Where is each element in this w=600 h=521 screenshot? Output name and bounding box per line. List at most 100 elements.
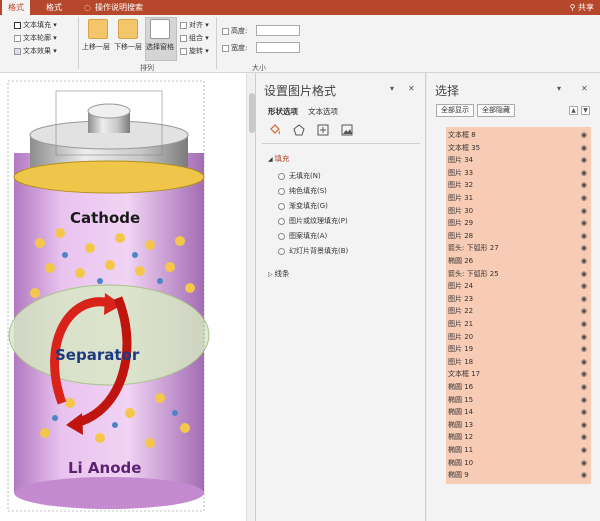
selection-list-item[interactable]: 图片 22 ◉	[448, 305, 589, 318]
pane-options-icon[interactable]: ▾	[390, 84, 394, 93]
eye-icon[interactable]: ◉	[581, 431, 587, 444]
eye-icon[interactable]: ◉	[581, 293, 587, 306]
anode-label[interactable]: Li Anode	[68, 459, 141, 477]
text-effect-button[interactable]: 文本效果 ▾	[14, 46, 57, 56]
fill-option-solid[interactable]: 纯色填充(S)	[278, 186, 327, 196]
eye-icon[interactable]: ◉	[581, 331, 587, 344]
eye-icon[interactable]: ◉	[581, 469, 587, 482]
pane-options-icon[interactable]: ▾	[557, 84, 561, 93]
fill-option-gradient[interactable]: 渐变填充(G)	[278, 201, 328, 211]
hide-all-button[interactable]: 全部隐藏	[477, 104, 515, 117]
move-down-button[interactable]: ▼	[581, 106, 590, 115]
ribbon: 文本填充 ▾ 文本轮廓 ▾ 文本效果 ▾ 上移一层 下移一层 选择窗格 对齐 ▾…	[0, 15, 600, 73]
text-outline-button[interactable]: 文本轮廓 ▾	[14, 33, 57, 43]
selection-list-item[interactable]: 椭圆 14 ◉	[448, 406, 589, 419]
cathode-label[interactable]: Cathode	[70, 209, 140, 227]
fill-option-pattern[interactable]: 图案填充(A)	[278, 231, 327, 241]
selection-list-item[interactable]: 图片 21 ◉	[448, 318, 589, 331]
selection-list-item[interactable]: 图片 32 ◉	[448, 179, 589, 192]
fill-option-none[interactable]: 无填充(N)	[278, 171, 321, 181]
fill-section-header[interactable]: ◢ 填充	[268, 153, 290, 164]
tab-format-active[interactable]: 格式	[2, 0, 30, 15]
eye-icon[interactable]: ◉	[581, 394, 587, 407]
selection-list-item[interactable]: 图片 34 ◉	[448, 154, 589, 167]
canvas-scrollbar[interactable]	[246, 73, 255, 521]
eye-icon[interactable]: ◉	[581, 406, 587, 419]
group-button[interactable]: 组合 ▾	[180, 33, 209, 43]
selection-list-item[interactable]: 箭头: 下弧形 25 ◉	[448, 268, 589, 281]
selection-list-item[interactable]: 椭圆 12 ◉	[448, 431, 589, 444]
selection-list-item[interactable]: 椭圆 13 ◉	[448, 419, 589, 432]
selection-list-item[interactable]: 椭圆 10 ◉	[448, 457, 589, 470]
selection-list-item[interactable]: 图片 28 ◉	[448, 230, 589, 243]
line-section-header[interactable]: ▷ 线条	[268, 268, 290, 279]
selection-list-item[interactable]: 图片 20 ◉	[448, 331, 589, 344]
eye-icon[interactable]: ◉	[581, 305, 587, 318]
tab-text-options[interactable]: 文本选项	[308, 106, 338, 117]
selection-list-item[interactable]: 文本框 17 ◉	[448, 368, 589, 381]
eye-icon[interactable]: ◉	[581, 192, 587, 205]
selection-list-item[interactable]: 图片 18 ◉	[448, 356, 589, 369]
eye-icon[interactable]: ◉	[581, 255, 587, 268]
selection-list-item[interactable]: 图片 30 ◉	[448, 205, 589, 218]
effects-icon[interactable]	[292, 123, 306, 137]
eye-icon[interactable]: ◉	[581, 142, 587, 155]
selection-pane-button[interactable]: 选择窗格	[146, 42, 174, 52]
eye-icon[interactable]: ◉	[581, 444, 587, 457]
tab-format[interactable]: 格式	[40, 0, 68, 15]
eye-icon[interactable]: ◉	[581, 205, 587, 218]
eye-icon[interactable]: ◉	[581, 217, 587, 230]
selection-list-item[interactable]: 椭圆 15 ◉	[448, 394, 589, 407]
eye-icon[interactable]: ◉	[581, 356, 587, 369]
selection-list-item[interactable]: 文本框 35 ◉	[448, 142, 589, 155]
tab-shape-options[interactable]: 形状选项	[268, 106, 298, 117]
selection-list-item[interactable]: 椭圆 26 ◉	[448, 255, 589, 268]
selection-list-item[interactable]: 图片 33 ◉	[448, 167, 589, 180]
selection-list-item[interactable]: 椭圆 11 ◉	[448, 444, 589, 457]
send-backward-button[interactable]: 下移一层	[114, 42, 142, 52]
selection-list-item[interactable]: 图片 19 ◉	[448, 343, 589, 356]
selection-list-item[interactable]: 图片 29 ◉	[448, 217, 589, 230]
slide-canvas[interactable]: Cathode Separator Li Anode	[0, 73, 256, 521]
move-up-button[interactable]: ▲	[569, 106, 578, 115]
eye-icon[interactable]: ◉	[581, 419, 587, 432]
eye-icon[interactable]: ◉	[581, 280, 587, 293]
selection-list-item[interactable]: 图片 23 ◉	[448, 293, 589, 306]
fill-line-icon[interactable]	[268, 123, 282, 137]
width-spinner[interactable]	[256, 42, 300, 53]
eye-icon[interactable]: ◉	[581, 457, 587, 470]
height-spinner[interactable]	[256, 25, 300, 36]
eye-icon[interactable]: ◉	[581, 242, 587, 255]
selection-list-item[interactable]: 椭圆 16 ◉	[448, 381, 589, 394]
selection-list-item[interactable]: 箭头: 下弧形 27 ◉	[448, 242, 589, 255]
eye-icon[interactable]: ◉	[581, 167, 587, 180]
eye-icon[interactable]: ◉	[581, 154, 587, 167]
selection-list-item[interactable]: 图片 31 ◉	[448, 192, 589, 205]
scroll-thumb[interactable]	[249, 93, 255, 133]
eye-icon[interactable]: ◉	[581, 381, 587, 394]
selection-list-item[interactable]: 椭圆 9 ◉	[448, 469, 589, 482]
close-icon[interactable]: ✕	[581, 84, 588, 93]
eye-icon[interactable]: ◉	[581, 268, 587, 281]
separator-label[interactable]: Separator	[55, 346, 140, 364]
eye-icon[interactable]: ◉	[581, 318, 587, 331]
close-icon[interactable]: ✕	[408, 84, 415, 93]
selection-list-item[interactable]: 图片 24 ◉	[448, 280, 589, 293]
bring-forward-button[interactable]: 上移一层	[82, 42, 110, 52]
picture-icon[interactable]	[340, 123, 354, 137]
tell-me-search[interactable]: ◌ 操作说明搜索	[84, 0, 143, 15]
fill-option-picture[interactable]: 图片或纹理填充(P)	[278, 216, 348, 226]
rotate-button[interactable]: 旋转 ▾	[180, 46, 209, 56]
eye-icon[interactable]: ◉	[581, 179, 587, 192]
share-button[interactable]: ⚲ 共享	[570, 0, 594, 15]
eye-icon[interactable]: ◉	[581, 343, 587, 356]
show-all-button[interactable]: 全部显示	[436, 104, 474, 117]
selection-list-item[interactable]: 文本框 8 ◉	[448, 129, 589, 142]
eye-icon[interactable]: ◉	[581, 368, 587, 381]
eye-icon[interactable]: ◉	[581, 129, 587, 142]
text-fill-button[interactable]: 文本填充 ▾	[14, 20, 57, 30]
eye-icon[interactable]: ◉	[581, 230, 587, 243]
align-button[interactable]: 对齐 ▾	[180, 20, 209, 30]
size-position-icon[interactable]	[316, 123, 330, 137]
fill-option-slide-bg[interactable]: 幻灯片背景填充(B)	[278, 246, 348, 256]
